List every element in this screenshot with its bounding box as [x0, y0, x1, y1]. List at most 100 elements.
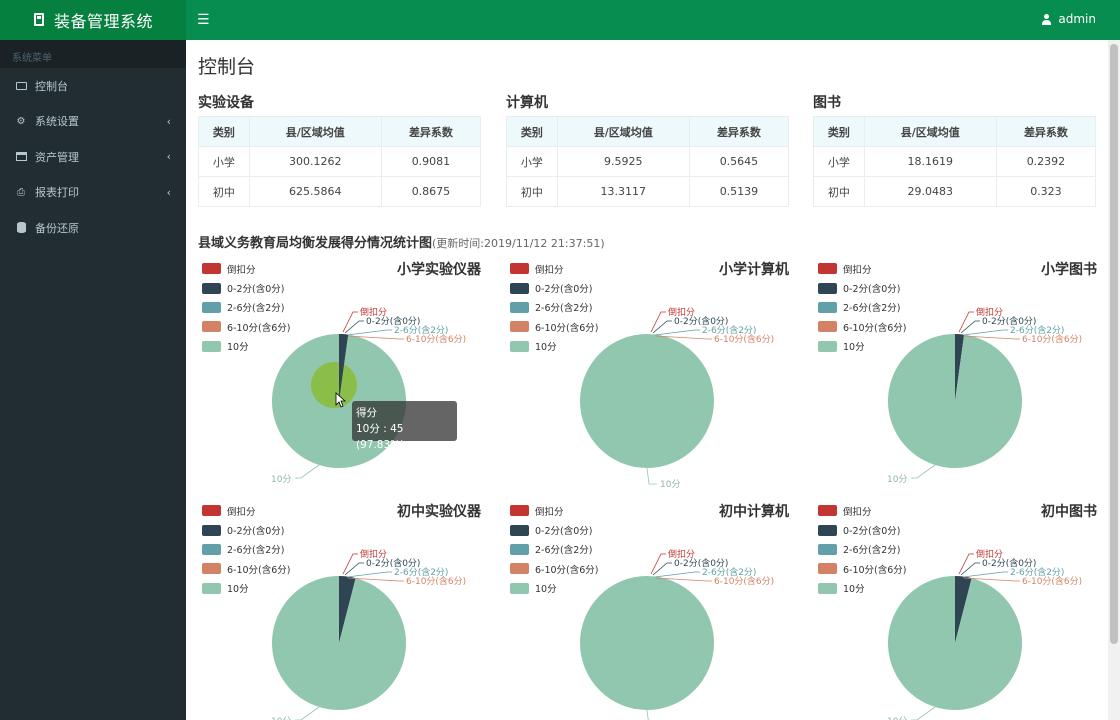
legend-item[interactable]: 倒扣分 [818, 259, 907, 278]
legend-item[interactable]: 10分 [510, 337, 599, 356]
chart-section-title: 县域义务教育局均衡发展得分情况统计图(更新时间:2019/11/12 21:37… [198, 232, 605, 251]
legend-item[interactable]: 10分 [202, 337, 291, 356]
legend-item[interactable]: 10分 [510, 579, 599, 598]
pie-chart: 倒扣分0-2分(含0分)2-6分(含2分)6-10分(含6分)10分倒扣分0-2… [186, 501, 481, 720]
table-cell: 0.2392 [995, 146, 1097, 177]
legend-label: 2-6分(含2分) [843, 545, 901, 557]
pie-slice[interactable] [580, 576, 714, 710]
legend-item[interactable]: 倒扣分 [202, 501, 291, 520]
gear-icon: ⚙ [16, 115, 26, 127]
legend-swatch [510, 263, 529, 275]
legend-swatch [202, 563, 221, 575]
legend-item[interactable]: 10分 [818, 579, 907, 598]
table-row: 初中 625.5864 0.8675 [198, 176, 482, 207]
user-icon [1041, 13, 1052, 25]
top-navbar: 装备管理系统 ☰ admin [0, 0, 1120, 40]
table-cell: 625.5864 [248, 176, 382, 207]
menu-toggle-icon[interactable]: ☰ [197, 12, 210, 28]
table-cell: 小学 [506, 146, 558, 177]
legend-item[interactable]: 2-6分(含2分) [510, 540, 599, 559]
legend-label: 2-6分(含2分) [535, 303, 593, 315]
column-header: 差异系数 [688, 116, 790, 147]
table-cell: 300.1262 [248, 146, 382, 177]
stats-table: 类别 县/区域均值 差异系数 小学 9.5925 0.5645 初中 13.3117 0.513… [506, 116, 790, 207]
pie-slice[interactable] [272, 576, 406, 710]
table-row: 小学 300.1262 0.9081 [198, 146, 482, 177]
app-title: 装备管理系统 [54, 12, 154, 31]
legend-label: 6-10分(含6分) [227, 564, 291, 576]
chart-title: 初中实验仪器 [397, 504, 481, 520]
sidebar-item-3[interactable]: ⎙ 报表打印 ‹ [0, 175, 186, 211]
pie-slice-label: 10分 [271, 474, 291, 485]
pie-label-line [654, 571, 700, 578]
legend-label: 10分 [227, 584, 249, 596]
main-content: 控制台 实验设备 类别 县/区域均值 差异系数 小学 300.1262 0.9081 初中 62… [186, 40, 1108, 720]
legend-item[interactable]: 2-6分(含2分) [818, 540, 907, 559]
legend-item[interactable]: 倒扣分 [510, 501, 599, 520]
legend-swatch [202, 340, 221, 352]
legend-item[interactable]: 6-10分(含6分) [818, 559, 907, 578]
chart-legend: 倒扣分 0-2分(含0分) 2-6分(含2分) 6-10分(含6分) 10分 [510, 501, 599, 598]
legend-label: 6-10分(含6分) [535, 564, 599, 576]
chart-section-heading: 县域义务教育局均衡发展得分情况统计图 [198, 236, 433, 251]
legend-item[interactable]: 6-10分(含6分) [818, 317, 907, 336]
page-scrollbar[interactable] [1108, 40, 1120, 720]
scrollbar-thumb[interactable] [1110, 44, 1118, 644]
chart-legend: 倒扣分 0-2分(含0分) 2-6分(含2分) 6-10分(含6分) 10分 [202, 259, 291, 356]
app-logo[interactable]: 装备管理系统 [0, 0, 186, 40]
stats-table: 类别 县/区域均值 差异系数 小学 300.1262 0.9081 初中 625.5864 0.… [198, 116, 482, 207]
pie-chart: 倒扣分0-2分(含0分)2-6分(含2分)6-10分(含6分)10分倒扣分0-2… [186, 259, 481, 499]
legend-item[interactable]: 2-6分(含2分) [818, 298, 907, 317]
table-row: 小学 9.5925 0.5645 [506, 146, 790, 177]
legend-item[interactable]: 0-2分(含0分) [202, 278, 291, 297]
column-header: 差异系数 [380, 116, 482, 147]
pie-slice-label: 6-10分(含6分) [406, 333, 466, 345]
legend-item[interactable]: 0-2分(含0分) [818, 278, 907, 297]
sidebar-item-label: 备份还原 [35, 221, 79, 235]
legend-label: 6-10分(含6分) [227, 322, 291, 334]
chart-section-updated: (更新时间:2019/11/12 21:37:51) [432, 237, 605, 250]
pie-slice[interactable] [888, 576, 1022, 710]
legend-item[interactable]: 10分 [818, 337, 907, 356]
legend-item[interactable]: 0-2分(含0分) [510, 278, 599, 297]
legend-item[interactable]: 6-10分(含6分) [510, 317, 599, 336]
sidebar-item-2[interactable]: 资产管理 ‹ [0, 139, 186, 175]
hover-highlight [311, 362, 357, 408]
legend-swatch [818, 321, 837, 333]
pie-label-line [650, 553, 666, 575]
legend-item[interactable]: 2-6分(含2分) [202, 298, 291, 317]
table-cell: 初中 [813, 176, 865, 207]
legend-item[interactable]: 6-10分(含6分) [510, 559, 599, 578]
legend-item[interactable]: 倒扣分 [510, 259, 599, 278]
sidebar-item-1[interactable]: ⚙ 系统设置 ‹ [0, 104, 186, 140]
pie-slice-label: 10分 [887, 716, 907, 720]
pie-chart: 倒扣分0-2分(含0分)2-6分(含2分)6-10分(含6分)10分倒扣分0-2… [802, 259, 1097, 499]
legend-item[interactable]: 2-6分(含2分) [510, 298, 599, 317]
legend-item[interactable]: 6-10分(含6分) [202, 317, 291, 336]
pie-slice[interactable] [580, 334, 714, 468]
stats-table-block: 实验设备 类别 县/区域均值 差异系数 小学 300.1262 0.9081 初中 625.58… [198, 92, 482, 207]
sidebar-item-0[interactable]: 控制台 [0, 68, 186, 104]
legend-item[interactable]: 0-2分(含0分) [202, 520, 291, 539]
legend-swatch [510, 340, 529, 352]
legend-item[interactable]: 倒扣分 [202, 259, 291, 278]
sidebar-item-4[interactable]: 备份还原 [0, 210, 186, 246]
table-cell: 29.0483 [863, 176, 997, 207]
table-header-row: 类别 县/区域均值 差异系数 [506, 116, 790, 147]
chart-legend: 倒扣分 0-2分(含0分) 2-6分(含2分) 6-10分(含6分) 10分 [510, 259, 599, 356]
legend-item[interactable]: 10分 [202, 579, 291, 598]
user-menu[interactable]: admin [1041, 12, 1096, 26]
legend-item[interactable]: 6-10分(含6分) [202, 559, 291, 578]
column-header: 县/区域均值 [248, 116, 382, 147]
legend-item[interactable]: 倒扣分 [818, 501, 907, 520]
legend-swatch [510, 301, 529, 313]
legend-label: 2-6分(含2分) [227, 303, 285, 315]
legend-item[interactable]: 0-2分(含0分) [818, 520, 907, 539]
table-cell: 小学 [198, 146, 250, 177]
legend-item[interactable]: 0-2分(含0分) [510, 520, 599, 539]
sidebar: 系统菜单 控制台 ⚙ 系统设置 ‹ 资产管理 ‹ ⎙ 报表打印 ‹ 备份还原 [0, 40, 186, 720]
legend-item[interactable]: 2-6分(含2分) [202, 540, 291, 559]
legend-label: 10分 [843, 584, 865, 596]
legend-label: 2-6分(含2分) [843, 303, 901, 315]
pie-slice-label: 10分 [887, 474, 907, 485]
